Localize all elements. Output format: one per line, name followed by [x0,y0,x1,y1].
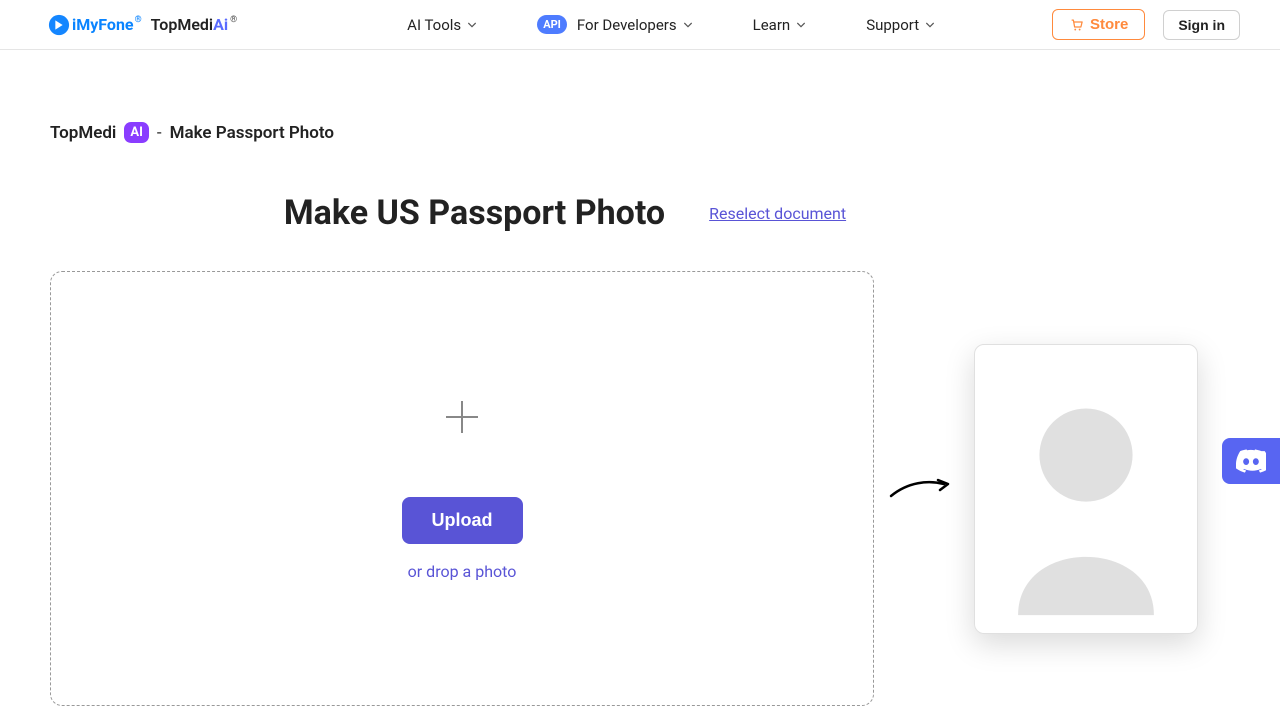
nav-label: Support [866,16,919,34]
page-title: Make US Passport Photo [284,193,665,233]
person-silhouette-icon [989,359,1183,619]
work-row: Upload or drop a photo [50,271,1230,706]
nav-label: Learn [753,16,791,34]
store-button[interactable]: Store [1052,9,1145,40]
main-content: TopMedi AI - Make Passport Photo Make US… [0,50,1280,706]
nav-ai-tools[interactable]: AI Tools [407,16,477,34]
drop-hint-text: or drop a photo [408,562,517,581]
imyfone-logo: iMyFone ® [48,14,141,36]
imyfone-logo-icon [48,14,70,36]
reselect-document-link[interactable]: Reselect document [709,204,846,223]
breadcrumb-brand: TopMedi [50,123,116,143]
nav-label: AI Tools [407,16,461,34]
breadcrumb: TopMedi AI - Make Passport Photo [50,122,1230,143]
reg-mark: ® [135,15,142,25]
breadcrumb-page: Make Passport Photo [170,123,334,143]
nav-learn[interactable]: Learn [753,16,807,34]
discord-button[interactable] [1222,438,1280,484]
breadcrumb-separator: - [157,123,162,143]
ai-badge-icon: AI [124,122,149,143]
arrow-icon [888,472,954,506]
chevron-down-icon [683,20,693,30]
chevron-down-icon [925,20,935,30]
api-badge: API [537,15,567,34]
nav-for-developers[interactable]: API For Developers [537,15,692,34]
nav-support[interactable]: Support [866,16,935,34]
discord-icon [1236,449,1266,473]
cart-icon [1069,17,1084,32]
nav-label: For Developers [577,16,677,34]
reg-mark: ® [230,15,237,25]
header-right: Store Sign in [1052,9,1240,40]
chevron-down-icon [796,20,806,30]
main-header: iMyFone ® TopMediAi ® AI Tools API For D… [0,0,1280,50]
signin-button[interactable]: Sign in [1163,10,1240,40]
plus-icon [442,397,482,437]
passport-preview-card [974,344,1198,634]
main-nav: AI Tools API For Developers Learn Suppor… [407,15,935,34]
logo-group[interactable]: iMyFone ® TopMediAi ® [48,14,235,36]
store-label: Store [1090,16,1128,33]
title-row: Make US Passport Photo Reselect document [0,193,1230,233]
upload-dropzone[interactable]: Upload or drop a photo [50,271,874,706]
signin-label: Sign in [1178,17,1225,33]
chevron-down-icon [467,20,477,30]
upload-button[interactable]: Upload [402,497,523,544]
imyfone-text: iMyFone [72,15,134,34]
topmediai-logo-text: TopMediAi ® [151,15,236,34]
